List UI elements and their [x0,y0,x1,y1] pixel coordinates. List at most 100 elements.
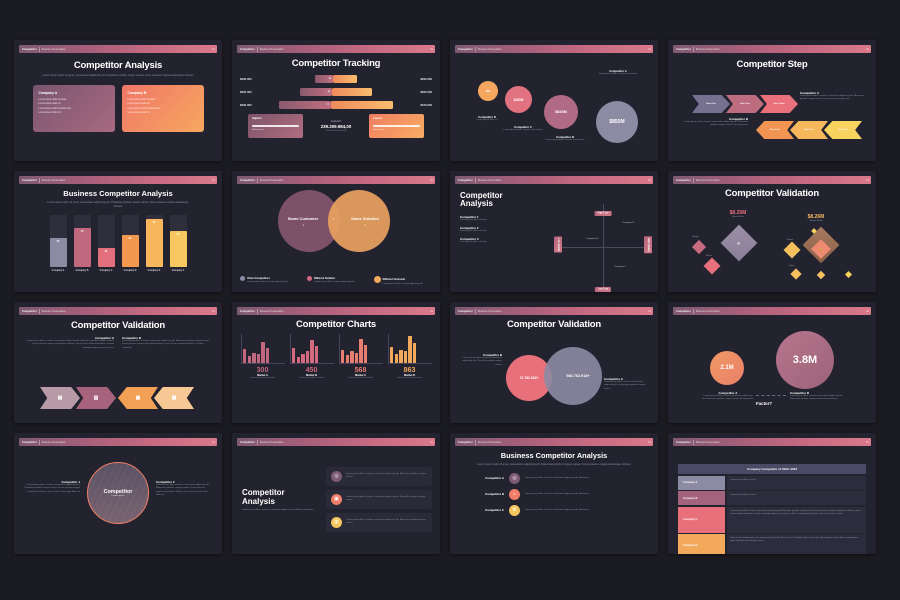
bar [354,353,359,363]
diamond-small[interactable] [844,270,853,279]
list-item: Lorem ipsum dolor sit amet sed [38,107,71,110]
slide-competitor-analysis-matrix[interactable]: Competitor Business Presentation 01 Comp… [450,171,658,292]
bar-column: 92 [145,214,163,267]
slide-competitor-validation-circles[interactable]: Competitor Business Presentation 01 Comp… [450,302,658,423]
bar-fill: 60 [121,235,139,267]
caption-right: Competitor A Lorem ipsum dolor sit amet,… [604,377,646,390]
circle-competitor-a[interactable]: 2.1M [710,351,744,385]
divider [474,439,476,445]
arrow-3[interactable]: ▣ [118,387,158,409]
slide-business-competitor-analysis-bars[interactable]: Competitor Business Presentation 01 Busi… [14,171,222,292]
table-row[interactable]: Company C Lorem ipsum dolor sit amet, con… [678,506,866,533]
table-row[interactable]: Competitor C ⚙ Lorem ipsum dolor sit ame… [464,504,644,516]
slide-company-competitor-table[interactable]: Competitor Business Presentation 01 Comp… [668,433,876,554]
list-item: Lorem ipsum dolor sit [127,103,150,106]
icon-card[interactable]: ◎ Lorem ipsum dolor sit amet, consectetu… [326,466,432,486]
step-one-arrow[interactable]: Step One [692,95,730,113]
table-body: Company A Lorem ipsum dolor sit amet Compa… [678,475,866,554]
table-row[interactable]: Competitor B ⌂ Lorem ipsum dolor sit ame… [464,488,644,500]
brand-sub: Business Presentation [477,309,502,313]
divider [474,308,476,314]
icon-card[interactable]: ▥ Lorem ipsum dolor sit amet, consectetu… [326,512,432,532]
slide-competitor-step[interactable]: Competitor Business Presentation 01 Comp… [668,40,876,161]
diamond-large-left[interactable]: ◎ [720,224,758,262]
diamond-small[interactable] [691,239,707,255]
data-point: Competitor C [614,266,626,268]
table-row[interactable]: Company A Lorem ipsum dolor sit amet [678,475,866,490]
data-point: Competitor A [586,238,598,240]
slide-competitor-validation-diamonds[interactable]: Competitor Business Presentation 01 Comp… [668,171,876,292]
data-table: Company Competitor of 2022–2023 Company … [678,464,866,554]
subtitle: Lorem ipsum dolor sit amet, consectetur … [242,509,314,512]
box-highest[interactable]: Highest Market share [248,114,303,138]
diamond-small[interactable] [703,257,721,275]
axis-label-right: High Quality [644,236,652,253]
table-row[interactable]: Company D Nam dui mi, tincidunt quis, acc… [678,534,866,554]
brand-label: Competitor [458,440,473,444]
brand-sub: Business Presentation [41,440,66,444]
slide-competitor-analysis-2col[interactable]: Competitor Business Presentation 01 Comp… [14,40,222,161]
step-six-arrow[interactable]: Step Six [824,121,862,139]
circle-competitor-b[interactable]: 3.8M [776,331,834,389]
diamond-small[interactable] [783,241,801,259]
column-competitor-a: Competitor A Lorem ipsum dolor sit amet,… [26,336,114,349]
slide-competitor-validation-arrows[interactable]: Competitor Business Presentation 01 Comp… [14,302,222,423]
arrow-2[interactable]: ▥ [76,387,116,409]
slide-competitor-bubbles[interactable]: Competitor Business Presentation 01 $85 … [450,40,658,161]
slide-competitor-tracking[interactable]: Competitor Business Presentation 01 Comp… [232,40,440,161]
bar [403,351,408,363]
list-item: Lorem ipsum dolor sit [38,103,61,106]
bar-column: 75 [73,214,91,267]
target-icon: ◎ [737,240,741,246]
step-five-arrow[interactable]: Step Five [790,121,828,139]
card-title: Company B [127,90,147,95]
page-number: 01 [866,178,869,182]
step-two-arrow[interactable]: Step Two [726,95,764,113]
chart-note: Lorem ipsum dolor sit amet [397,377,422,379]
slide-competitor-photo[interactable]: Competitor Business Presentation 01 Comp… [14,433,222,554]
card-company-a[interactable]: Company A Lorem ipsum dolor sit amet Lor… [32,84,115,132]
slide-competitor-analysis-icons[interactable]: Competitor Business Presentation 01 Comp… [232,433,440,554]
bar-right [331,101,393,109]
arrow-1[interactable]: ▤ [40,387,80,409]
divider [38,46,40,52]
competitor-photo-circle[interactable]: Competitor Lorem ipsum [87,462,149,524]
bubble-competitor-a[interactable]: $850M [596,101,638,143]
card-title: Company A [38,90,58,95]
divider [692,308,694,314]
slide-header-bar: Competitor Business Presentation 01 [237,176,435,184]
card-company-b[interactable]: Company B Lorem ipsum dolor sit amet Lor… [121,84,204,132]
bar-chart-labels: Company A Company B Company C Company D Comp… [14,270,222,272]
brand-label: Competitor [676,309,691,313]
brand-label: Competitor [676,440,691,444]
arrow-4[interactable]: ▦ [154,387,194,409]
venn-circle-solution[interactable]: Same Solution 3 [328,190,390,252]
bubble-competitor-b[interactable]: $520M [544,95,578,129]
bar [363,345,368,363]
bubble-competitor-c[interactable]: $280M [505,86,532,113]
circle-competitor-a[interactable]: 982.762.918+ [544,347,602,405]
slide-competitor-factor[interactable]: Competitor Business Presentation 01 2.1M… [668,302,876,423]
icon-card[interactable]: ▣ Lorem ipsum dolor sit amet, consectetu… [326,489,432,509]
bar [301,353,305,363]
step-four-arrow[interactable]: Step Four [756,121,794,139]
brand-label: Competitor [240,178,255,182]
diamond-small[interactable] [816,270,826,280]
brand-label: Competitor [458,47,473,51]
step-three-arrow[interactable]: Step Three [760,95,798,113]
brand-label: Competitor [240,440,255,444]
caption-right: Competitor 2 Lorem ipsum dolor sit amet,… [156,480,210,496]
analysis-value: 239.309.984,00 [320,124,352,129]
list-item: Competitor 3 Lorem ipsum dolor sit amet [460,237,487,244]
box-lowest[interactable]: Lowest Market share [369,114,424,138]
table-row[interactable]: Competitor A ◎ Lorem ipsum dolor sit ame… [464,472,644,484]
slide-competitor-venn[interactable]: Competitor Business Presentation 01 Same… [232,171,440,292]
bubble-competitor-d[interactable]: $85 [478,81,498,101]
bar-fill: 75 [73,227,91,267]
table-row[interactable]: Company B Lorem ipsum dolor sit amet [678,491,866,505]
legend-item: Different Customer Lorem ipsum dolor sit… [373,275,432,286]
slide-competitor-charts[interactable]: Competitor Business Presentation 01 Comp… [232,302,440,423]
diamond-small[interactable] [790,268,802,280]
slide-business-competitor-analysis-rows[interactable]: Competitor Business Presentation 01 Busi… [450,433,658,554]
bubble-caption: Competitor D Lorem ipsum dolor sit [476,115,498,121]
